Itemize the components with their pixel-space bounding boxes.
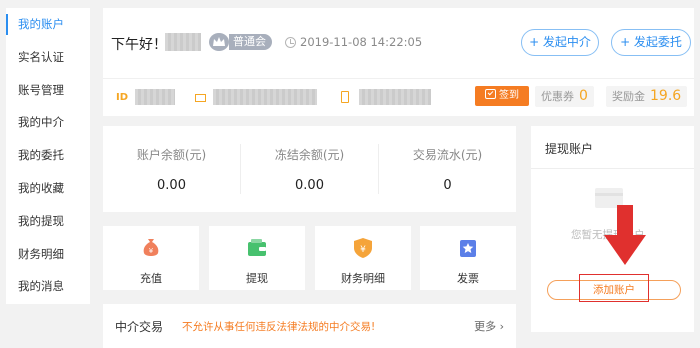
more-link[interactable]: 更多 › (474, 318, 504, 334)
phone-icon (341, 91, 349, 103)
checkin-button[interactable]: 签到 (475, 86, 529, 106)
login-datetime: 2019-11-08 14:22:05 (300, 35, 423, 49)
reward-amount: 19.6 (650, 88, 682, 104)
svg-text:¥: ¥ (360, 245, 366, 255)
id-label: ID (116, 92, 129, 103)
balance-frozen: 冻结余额(元) 0.00 (241, 126, 378, 212)
svg-text:¥: ¥ (149, 247, 154, 255)
sidebar-item-favorites[interactable]: 我的收藏 (6, 172, 90, 205)
invoice-tile[interactable]: 发票 (420, 226, 516, 290)
balance-value: 0.00 (295, 178, 324, 193)
greeting-text: 下午好！ (111, 37, 167, 53)
balance-value: 0 (443, 178, 452, 193)
panel-title: 提现账户 (545, 142, 594, 156)
tile-label: 发票 (457, 272, 479, 285)
reward-label: 奖励金 (612, 90, 645, 103)
recharge-tile[interactable]: ¥ 充值 (103, 226, 199, 290)
invoice-star-icon (460, 240, 476, 257)
balance-value: 0.00 (157, 178, 186, 193)
divider (531, 168, 694, 169)
section-title: 中介交易 (115, 320, 164, 334)
balance-summary: 账户余额(元) 0.00 冻结余额(元) 0.00 交易流水(元) 0 (103, 126, 516, 212)
redacted-email (213, 89, 317, 105)
agent-trade-section: 中介交易 不允许从事任何违反法律法规的中介交易! 更多 › (103, 304, 516, 348)
sidebar-item-withdrawals[interactable]: 我的提现 (6, 205, 90, 238)
start-agent-button[interactable]: + 发起中介 (521, 29, 599, 56)
balance-account: 账户余额(元) 0.00 (103, 126, 240, 212)
sidebar-item-account-management[interactable]: 账号管理 (6, 74, 90, 107)
tile-label: 提现 (246, 272, 268, 285)
balance-label: 冻结余额(元) (274, 148, 345, 162)
reward-stat[interactable]: 奖励金 19.6 (606, 86, 688, 107)
start-commission-button[interactable]: + 发起委托 (611, 29, 691, 56)
redacted-phone (359, 89, 431, 105)
coupon-label: 优惠券 (541, 90, 574, 103)
finance-details-tile[interactable]: ¥ 财务明细 (315, 226, 411, 290)
coupon-count: 0 (579, 88, 588, 104)
sidebar-item-my-agents[interactable]: 我的中介 (6, 106, 90, 139)
annotation-arrow-icon (604, 205, 646, 265)
tile-label: 充值 (140, 272, 162, 285)
checkin-label: 签到 (499, 90, 519, 101)
calendar-check-icon (485, 89, 496, 99)
sidebar-item-verification[interactable]: 实名认证 (6, 41, 90, 74)
tile-label: 财务明细 (341, 272, 385, 285)
panel-gap (531, 332, 694, 348)
warning-text: 不允许从事任何违反法律法规的中介交易! (182, 321, 376, 333)
shield-yuan-icon: ¥ (354, 238, 372, 258)
money-bag-icon: ¥ (143, 239, 159, 256)
sidebar-nav: 我的账户 实名认证 账号管理 我的中介 我的委托 我的收藏 我的提现 财务明细 … (6, 8, 90, 304)
balance-turnover: 交易流水(元) 0 (379, 126, 516, 212)
sidebar-item-finance-details[interactable]: 财务明细 (6, 238, 90, 271)
sidebar-item-my-commissions[interactable]: 我的委托 (6, 139, 90, 172)
mail-icon (195, 94, 206, 102)
sidebar-item-messages[interactable]: 我的消息 (6, 270, 90, 303)
member-level-badge: 普通会 (229, 34, 272, 50)
clock-icon (285, 37, 296, 48)
wallet-icon (248, 239, 266, 256)
annotation-highlight-box (579, 274, 649, 302)
profile-card: 下午好！ 普通会 2019-11-08 14:22:05 + 发起中介 + 发起… (103, 8, 694, 116)
divider (103, 78, 694, 79)
balance-label: 交易流水(元) (412, 148, 483, 162)
withdraw-tile[interactable]: 提现 (209, 226, 305, 290)
crown-icon (209, 33, 229, 51)
redacted-id (135, 89, 175, 105)
sidebar-item-my-account[interactable]: 我的账户 (6, 8, 90, 41)
balance-label: 账户余额(元) (136, 148, 207, 162)
redacted-username (165, 33, 201, 51)
coupon-stat[interactable]: 优惠券 0 (535, 86, 594, 107)
